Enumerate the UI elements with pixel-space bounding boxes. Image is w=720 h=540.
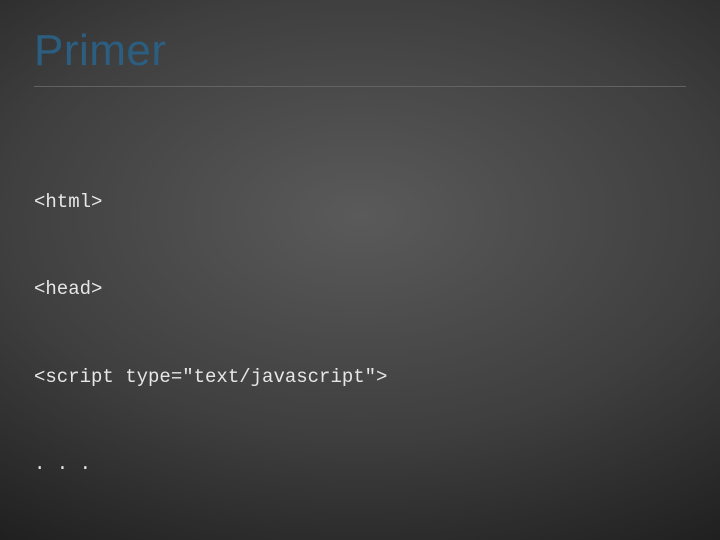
code-line: <head> xyxy=(34,275,387,304)
code-block: <html> <head> <script type="text/javascr… xyxy=(34,130,387,540)
title-underline xyxy=(34,86,686,87)
code-line: <html> xyxy=(34,188,387,217)
slide-title: Primer xyxy=(34,26,167,82)
code-line: . . . xyxy=(34,450,387,479)
code-line: <script type="text/javascript"> xyxy=(34,363,387,392)
